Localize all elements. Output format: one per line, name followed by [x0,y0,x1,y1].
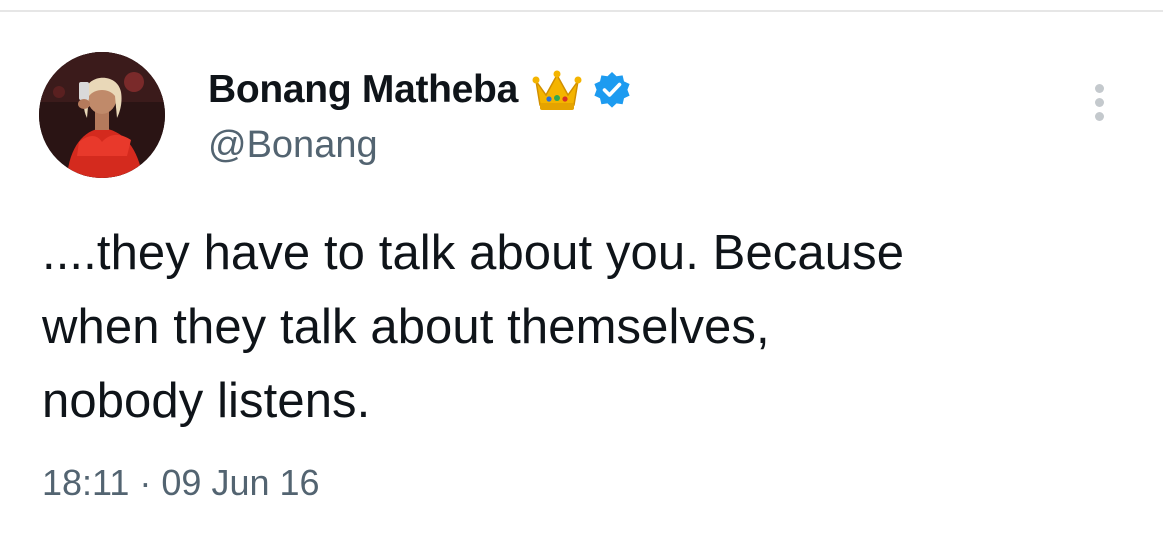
tweet-timestamp[interactable]: 18:11 · 09 Jun 16 [42,462,320,504]
tweet-text: ....they have to talk about you. Because… [42,216,1122,438]
handle[interactable]: @Bonang [208,124,632,167]
avatar-image [39,52,165,178]
more-options-button[interactable] [1082,80,1118,126]
tweet-text-line: nobody listens. [42,374,371,428]
verified-icon[interactable] [592,70,632,110]
tweet-header: Bonang Matheba @Bonang [208,64,632,174]
avatar[interactable] [39,52,165,178]
crown-icon [532,67,582,113]
tweet-text-line: ....they have to talk about you. Because [42,226,905,280]
tweet-card: Bonang Matheba @Bonang ....they have to … [0,0,1163,540]
tweet-text-line: when they talk about themselves, [42,300,770,354]
display-name[interactable]: Bonang Matheba [208,68,518,112]
name-row: Bonang Matheba [208,64,632,116]
